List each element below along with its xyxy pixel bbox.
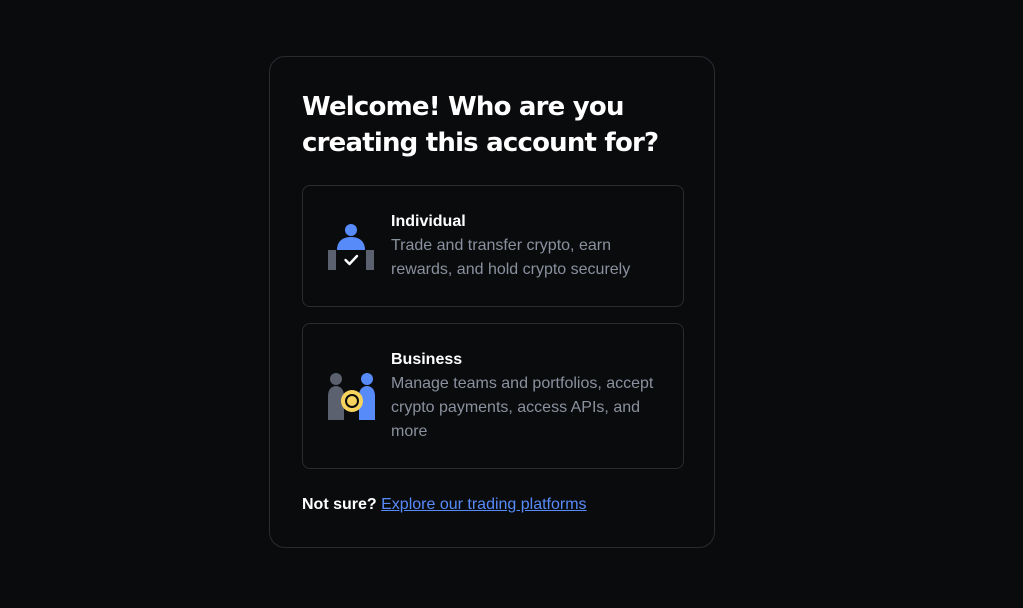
option-title: Business [391, 351, 463, 368]
page-title: Welcome! Who are you creating this accou… [302, 92, 659, 158]
option-business[interactable]: Business Manage teams and portfolios, ac… [302, 323, 684, 469]
explore-trading-platforms-link[interactable]: Explore our trading platforms [381, 496, 586, 513]
not-sure-label: Not sure? [302, 496, 377, 513]
business-team-icon [327, 372, 375, 420]
option-description: Trade and transfer crypto, earn rewards,… [391, 237, 631, 278]
option-description: Manage teams and portfolios, accept cryp… [391, 375, 654, 440]
individual-person-icon [327, 222, 375, 270]
footer-help: Not sure? Explore our trading platforms [302, 495, 587, 515]
option-title: Individual [391, 213, 466, 230]
account-type-card: Welcome! Who are you creating this accou… [269, 56, 715, 548]
option-individual[interactable]: Individual Trade and transfer crypto, ea… [302, 185, 684, 307]
